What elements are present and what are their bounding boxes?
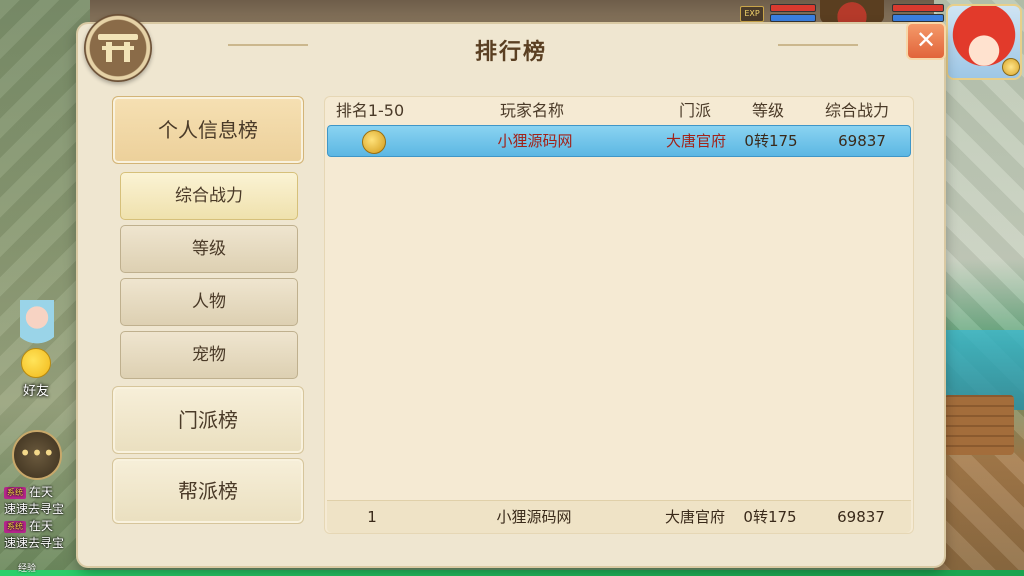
player-hp-bar xyxy=(892,4,944,12)
friend-button[interactable]: 好友 xyxy=(14,348,58,399)
my-combat-power: 69837 xyxy=(837,508,885,526)
category-personal-info[interactable]: 个人信息榜 xyxy=(112,96,304,164)
subcategory-level[interactable]: 等级 xyxy=(120,225,298,273)
category-guild[interactable]: 帮派榜 xyxy=(112,458,304,524)
chat-button[interactable]: ••• xyxy=(12,430,62,480)
chat-bubble-icon: ••• xyxy=(19,441,55,465)
subcategory-combat-power[interactable]: 综合战力 xyxy=(120,172,298,220)
header-combat-power: 综合战力 xyxy=(824,101,889,120)
table-row[interactable]: 小狸源码网 大唐官府 0转175 69837 xyxy=(327,125,911,157)
row-sect: 大唐官府 xyxy=(665,132,726,150)
background-deck xyxy=(944,395,1014,455)
chat-line: 速速去寻宝 xyxy=(4,535,86,552)
panel-title-bar: 排行榜 xyxy=(78,24,944,72)
close-icon: ✕ xyxy=(915,26,937,54)
subcategory-pet[interactable]: 宠物 xyxy=(120,331,298,379)
pet-status-bars xyxy=(770,4,816,24)
chat-text: 速速去寻宝 xyxy=(4,536,65,550)
row-level: 0转175 xyxy=(744,132,798,150)
header-sect: 门派 xyxy=(678,101,711,120)
chat-text: 在天 xyxy=(29,519,54,533)
chick-icon xyxy=(21,348,51,378)
coin-icon xyxy=(1002,58,1020,76)
exp-bar-label: 经验 xyxy=(18,564,37,574)
title-ornament-right xyxy=(778,44,858,46)
gold-medal-icon xyxy=(362,130,386,154)
header-player-name: 玩家名称 xyxy=(499,101,564,120)
my-sect: 大唐官府 xyxy=(664,508,725,526)
chat-text: 在天 xyxy=(29,485,54,499)
my-ranking-row: 1 小狸源码网 大唐官府 0转175 69837 xyxy=(327,500,911,533)
panel-title: 排行榜 xyxy=(474,40,547,65)
player-status-bars xyxy=(892,4,944,24)
my-player-name: 小狸源码网 xyxy=(496,508,572,526)
leaderboard-gate-icon xyxy=(84,14,152,82)
my-rank: 1 xyxy=(367,508,377,526)
row-player-name: 小狸源码网 xyxy=(497,132,573,150)
chat-line: 系统 在天 xyxy=(4,484,86,501)
header-rank: 排名1-50 xyxy=(335,101,405,120)
row-combat-power: 69837 xyxy=(838,132,886,150)
chat-line: 系统 在天 xyxy=(4,518,86,535)
close-button[interactable]: ✕ xyxy=(906,22,946,60)
ranking-table: 排名1-50 玩家名称 门派 等级 综合战力 小狸源码网 大唐官府 0转175 … xyxy=(324,96,914,534)
pet-hp-bar xyxy=(770,4,816,12)
chat-text: 速速去寻宝 xyxy=(4,502,65,516)
system-tag: 系统 xyxy=(4,520,26,533)
player-mp-bar xyxy=(892,14,944,22)
subcategory-character[interactable]: 人物 xyxy=(120,278,298,326)
friend-label: 好友 xyxy=(22,384,49,399)
pet-portrait[interactable] xyxy=(820,0,884,24)
header-level: 等级 xyxy=(751,101,784,120)
player-character-sprite[interactable] xyxy=(20,300,54,350)
exp-progress-bar xyxy=(0,570,1024,576)
pet-mp-bar xyxy=(770,14,816,22)
my-level: 0转175 xyxy=(743,508,797,526)
system-tag: 系统 xyxy=(4,486,26,499)
chat-feed[interactable]: 系统 在天 速速去寻宝 系统 在天 速速去寻宝 xyxy=(4,484,86,552)
background-right-courtyard xyxy=(934,0,1024,576)
chat-line: 速速去寻宝 xyxy=(4,501,86,518)
exp-badge: EXP xyxy=(740,6,764,22)
category-sect[interactable]: 门派榜 xyxy=(112,386,304,454)
